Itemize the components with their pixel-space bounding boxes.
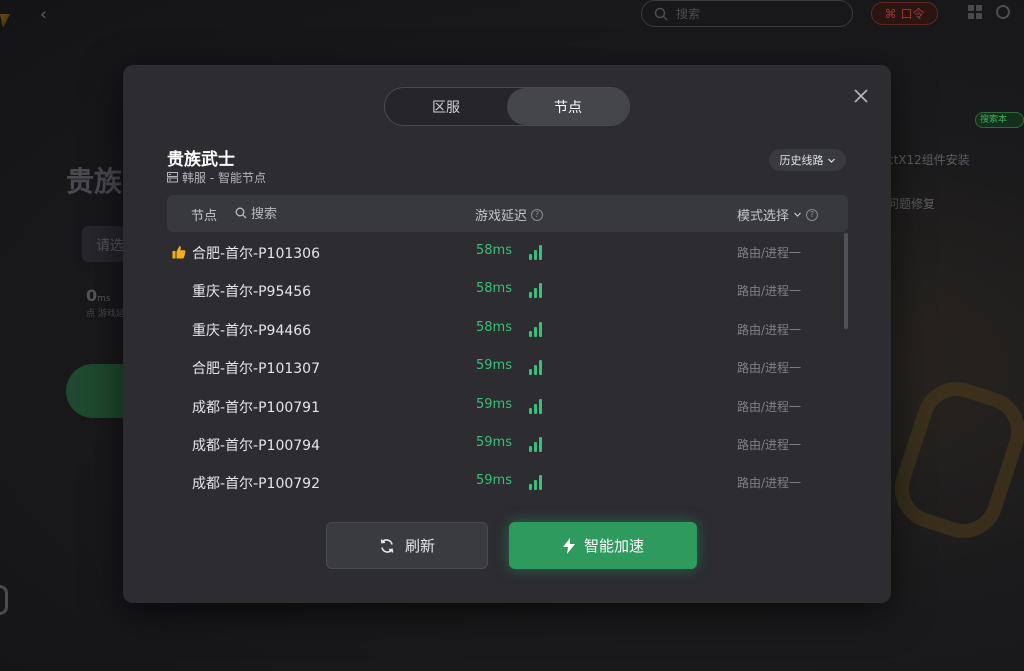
node-row[interactable]: 重庆-首尔-P94466 58ms 路由/进程一 <box>167 310 848 348</box>
close-icon[interactable] <box>851 86 871 106</box>
node-name: 重庆-首尔-P95456 <box>192 284 312 301</box>
background-side-badge: 搜索本 <box>975 112 1024 128</box>
node-mode: 路由/进程一 <box>737 284 802 299</box>
node-row[interactable]: 成都-首尔-P100794 59ms 路由/进程一 <box>167 425 848 463</box>
chevron-down-icon <box>827 158 835 163</box>
vip-button[interactable]: ⌘ 口令 <box>871 2 938 25</box>
signal-icon <box>529 360 542 376</box>
node-row[interactable]: 合肥-首尔-P101306 58ms 路由/进程一 <box>167 233 848 271</box>
user-icon[interactable] <box>996 5 1010 19</box>
node-latency: 59ms <box>476 358 512 374</box>
refresh-button[interactable]: 刷新 <box>326 522 488 569</box>
chevron-down-icon <box>794 212 801 217</box>
background-side-item-1[interactable]: ctX12组件安装 <box>887 151 970 168</box>
ping-unit: ms <box>97 294 111 304</box>
background-ping-label: 点 游戏延 <box>86 309 125 319</box>
search-icon <box>235 207 247 218</box>
signal-icon <box>529 245 542 260</box>
node-list-scrollbar[interactable] <box>844 233 848 329</box>
back-icon[interactable]: ‹ <box>40 4 47 25</box>
thumbs-up-icon <box>172 245 186 259</box>
node-name: 合肥-首尔-P101306 <box>192 246 320 262</box>
signal-icon <box>529 436 542 452</box>
node-search-button[interactable]: 搜索 <box>235 203 277 222</box>
smart-boost-button[interactable]: 智能加速 <box>509 522 697 569</box>
help-icon[interactable]: ? <box>531 208 544 221</box>
node-search-label: 搜索 <box>251 207 278 222</box>
vip-icon: ⌘ <box>884 6 897 21</box>
node-mode: 路由/进程一 <box>737 437 802 452</box>
background-side-item-2[interactable]: 问题修复 <box>887 195 935 212</box>
vip-label: 口令 <box>900 7 925 21</box>
background-game-title: 贵族 <box>66 165 123 198</box>
node-mode: 路由/进程一 <box>737 246 802 260</box>
node-mode: 路由/进程一 <box>737 399 802 414</box>
lightning-icon <box>562 537 575 554</box>
node-name: 合肥-首尔-P101307 <box>192 361 320 378</box>
background-artwork <box>884 371 1024 549</box>
node-latency: 58ms <box>476 243 512 258</box>
node-row[interactable]: 重庆-首尔-P95456 58ms 路由/进程一 <box>167 271 848 309</box>
column-node: 节点 <box>191 209 218 224</box>
refresh-icon <box>380 538 394 553</box>
grid-icon[interactable] <box>968 5 982 19</box>
tab-server[interactable]: 区服 <box>385 88 507 125</box>
node-latency: 59ms <box>476 434 512 450</box>
node-name: 成都-首尔-P100791 <box>192 399 320 416</box>
node-row[interactable]: 合肥-首尔-P101307 59ms 路由/进程一 <box>167 348 848 386</box>
global-search-placeholder: 搜索 <box>676 7 701 21</box>
background-artwork-2 <box>0 585 8 615</box>
history-route-label: 历史线路 <box>779 154 824 167</box>
signal-icon <box>529 283 542 299</box>
node-mode: 路由/进程一 <box>737 361 802 376</box>
node-mode: 路由/进程一 <box>737 322 802 337</box>
global-search-input[interactable]: 搜索 <box>641 0 853 27</box>
node-row[interactable]: 成都-首尔-P100792 59ms 路由/进程一 <box>167 463 848 501</box>
signal-icon <box>529 398 542 414</box>
node-latency: 58ms <box>476 319 512 335</box>
node-select-dialog: 区服 节点 贵族武士 韩服 - 智能节点 历史线路 节点 搜索 游戏延迟 ? 模… <box>123 65 891 603</box>
region-text: 韩服 - 智能节点 <box>182 171 266 185</box>
background-ping: 0ms <box>86 286 111 305</box>
column-mode-label: 模式选择 <box>737 209 790 224</box>
ping-value: 0 <box>86 286 98 305</box>
region-label: 韩服 - 智能节点 <box>167 169 266 186</box>
top-bar: ‹ 搜索 ⌘ 口令 <box>0 0 1024 30</box>
node-name: 成都-首尔-P100794 <box>192 437 320 454</box>
node-latency: 58ms <box>476 281 512 297</box>
signal-icon <box>529 475 542 491</box>
tab-switcher: 区服 节点 <box>384 87 630 126</box>
node-name: 重庆-首尔-P94466 <box>192 322 312 339</box>
column-latency: 游戏延迟 ? <box>475 205 544 224</box>
help-icon[interactable]: ? <box>806 208 819 221</box>
node-row[interactable]: 成都-首尔-P100791 59ms 路由/进程一 <box>167 387 848 425</box>
node-name: 成都-首尔-P100792 <box>192 476 320 493</box>
node-latency: 59ms <box>476 396 512 412</box>
node-table-header: 节点 搜索 游戏延迟 ? 模式选择 ? <box>167 195 848 232</box>
app-logo <box>0 14 10 28</box>
signal-icon <box>529 321 542 337</box>
column-latency-label: 游戏延迟 <box>475 209 528 224</box>
node-mode: 路由/进程一 <box>737 476 802 491</box>
tab-node[interactable]: 节点 <box>507 88 629 125</box>
node-latency: 59ms <box>476 473 512 489</box>
smart-boost-label: 智能加速 <box>583 537 644 555</box>
node-list: 合肥-首尔-P101306 58ms 路由/进程一 重庆-首尔-P95456 58ms 路… <box>167 233 848 503</box>
history-route-button[interactable]: 历史线路 <box>769 149 846 171</box>
column-mode[interactable]: 模式选择 ? <box>737 205 819 224</box>
game-title: 贵族武士 <box>167 150 235 170</box>
server-icon <box>167 172 178 183</box>
refresh-label: 刷新 <box>404 537 435 555</box>
search-icon <box>654 7 668 21</box>
